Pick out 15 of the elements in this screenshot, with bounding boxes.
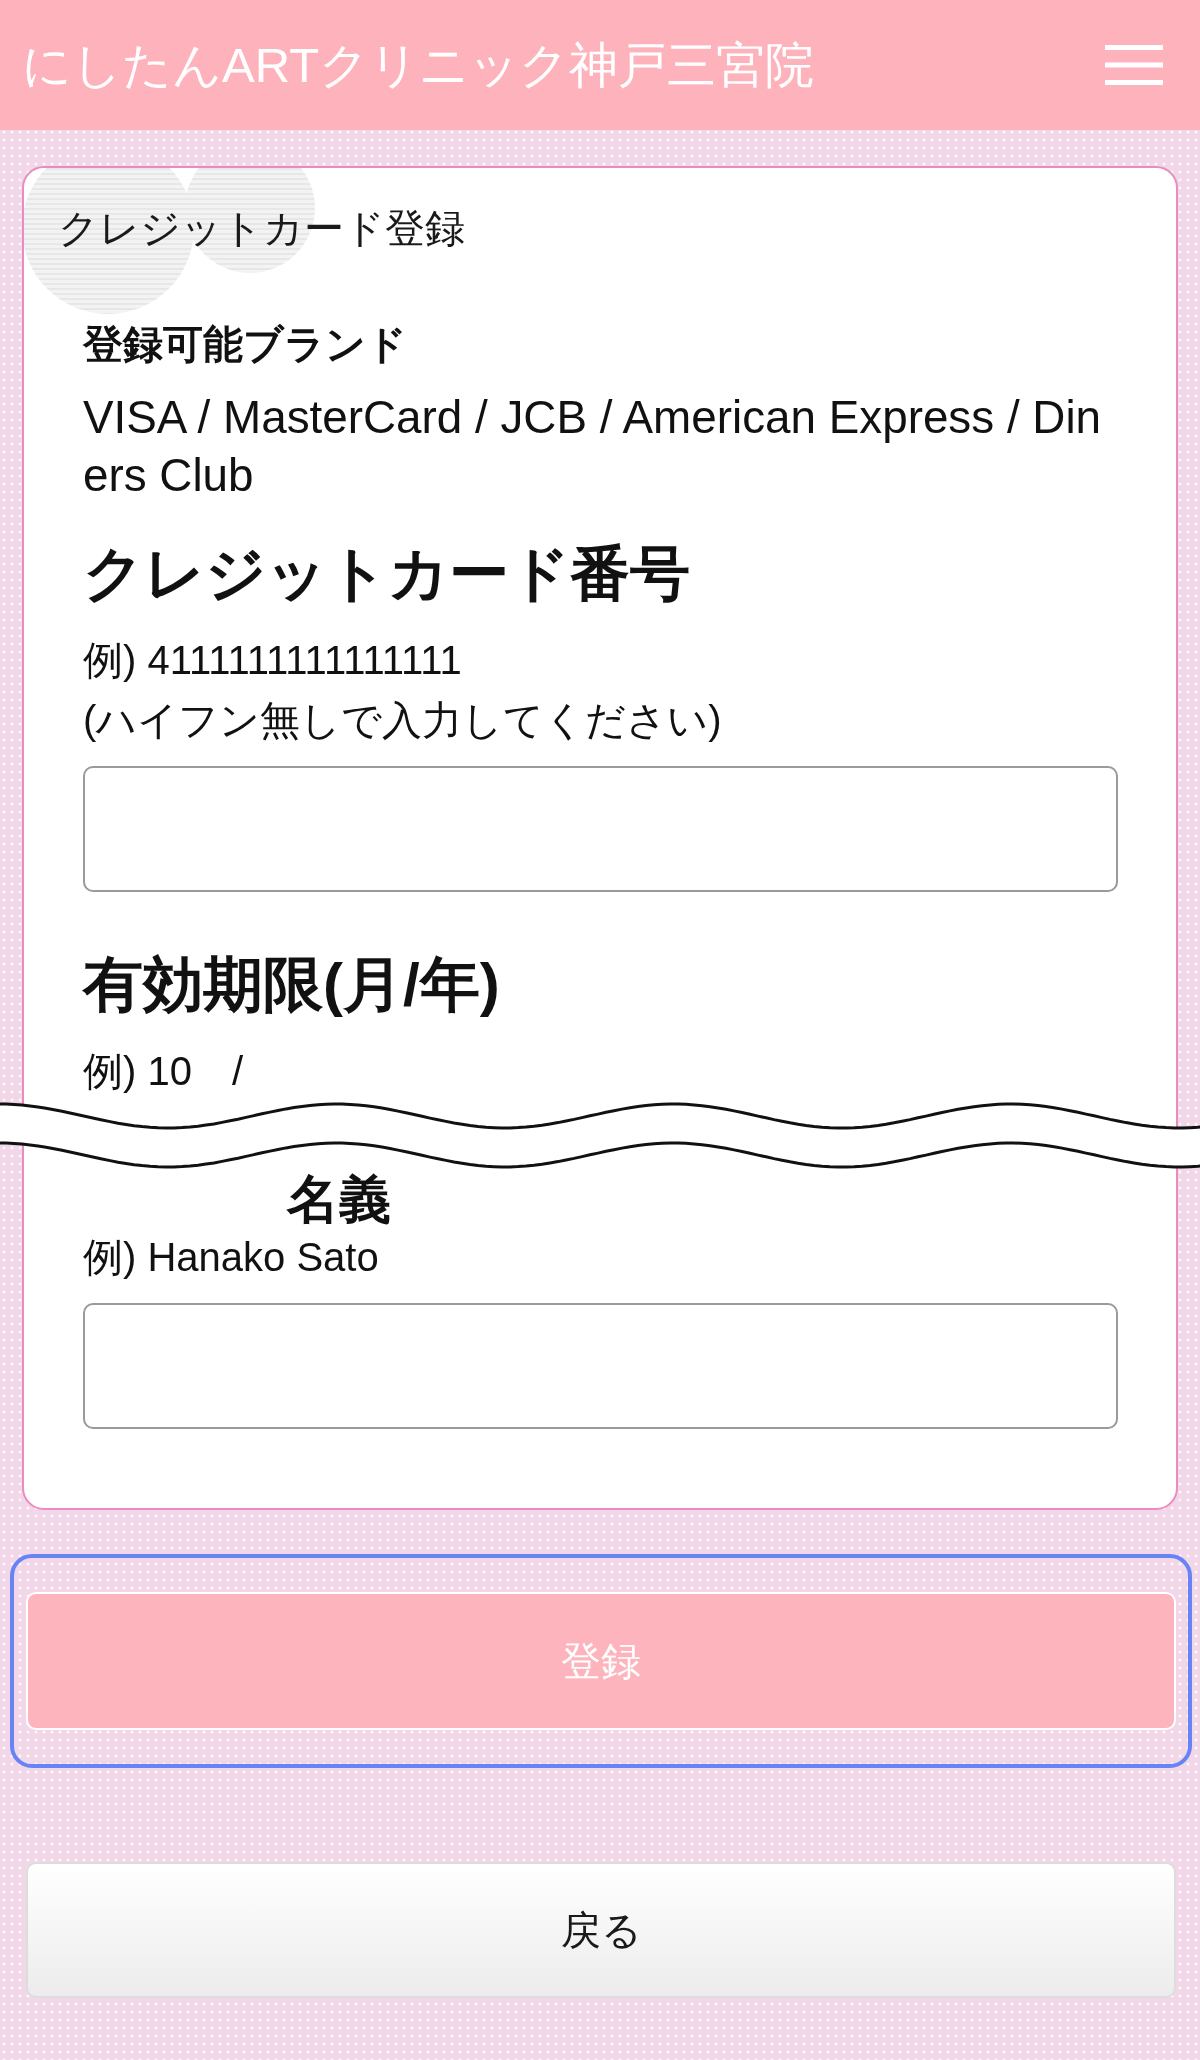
field-hint: 例) Hanako Sato bbox=[83, 1234, 380, 1281]
card-title: クレジットカード登録 bbox=[58, 205, 466, 252]
site-title: にしたんARTクリニック神戸三宮院 bbox=[22, 36, 815, 94]
field-heading: 名義 bbox=[285, 1171, 392, 1227]
brands-text: VISA / MasterCard / JCB / American Express / Diners Club bbox=[83, 391, 1103, 503]
back-button[interactable]: 戻る bbox=[26, 1862, 1176, 1998]
text-input-field[interactable] bbox=[83, 1303, 1118, 1429]
menu-icon[interactable] bbox=[1105, 45, 1163, 85]
text-input-field[interactable] bbox=[83, 766, 1118, 892]
field-hint: 例) 4111111111111111 bbox=[83, 637, 463, 684]
field-heading: 有効期限(月/年) bbox=[83, 950, 501, 1020]
brands-label: 登録可能ブランド bbox=[83, 321, 408, 368]
field-hint: 例) 10 / bbox=[83, 1048, 245, 1095]
field-hint: (ハイフン無しで入力してください) bbox=[83, 697, 723, 744]
field-heading: クレジットカード番号 bbox=[83, 539, 691, 609]
